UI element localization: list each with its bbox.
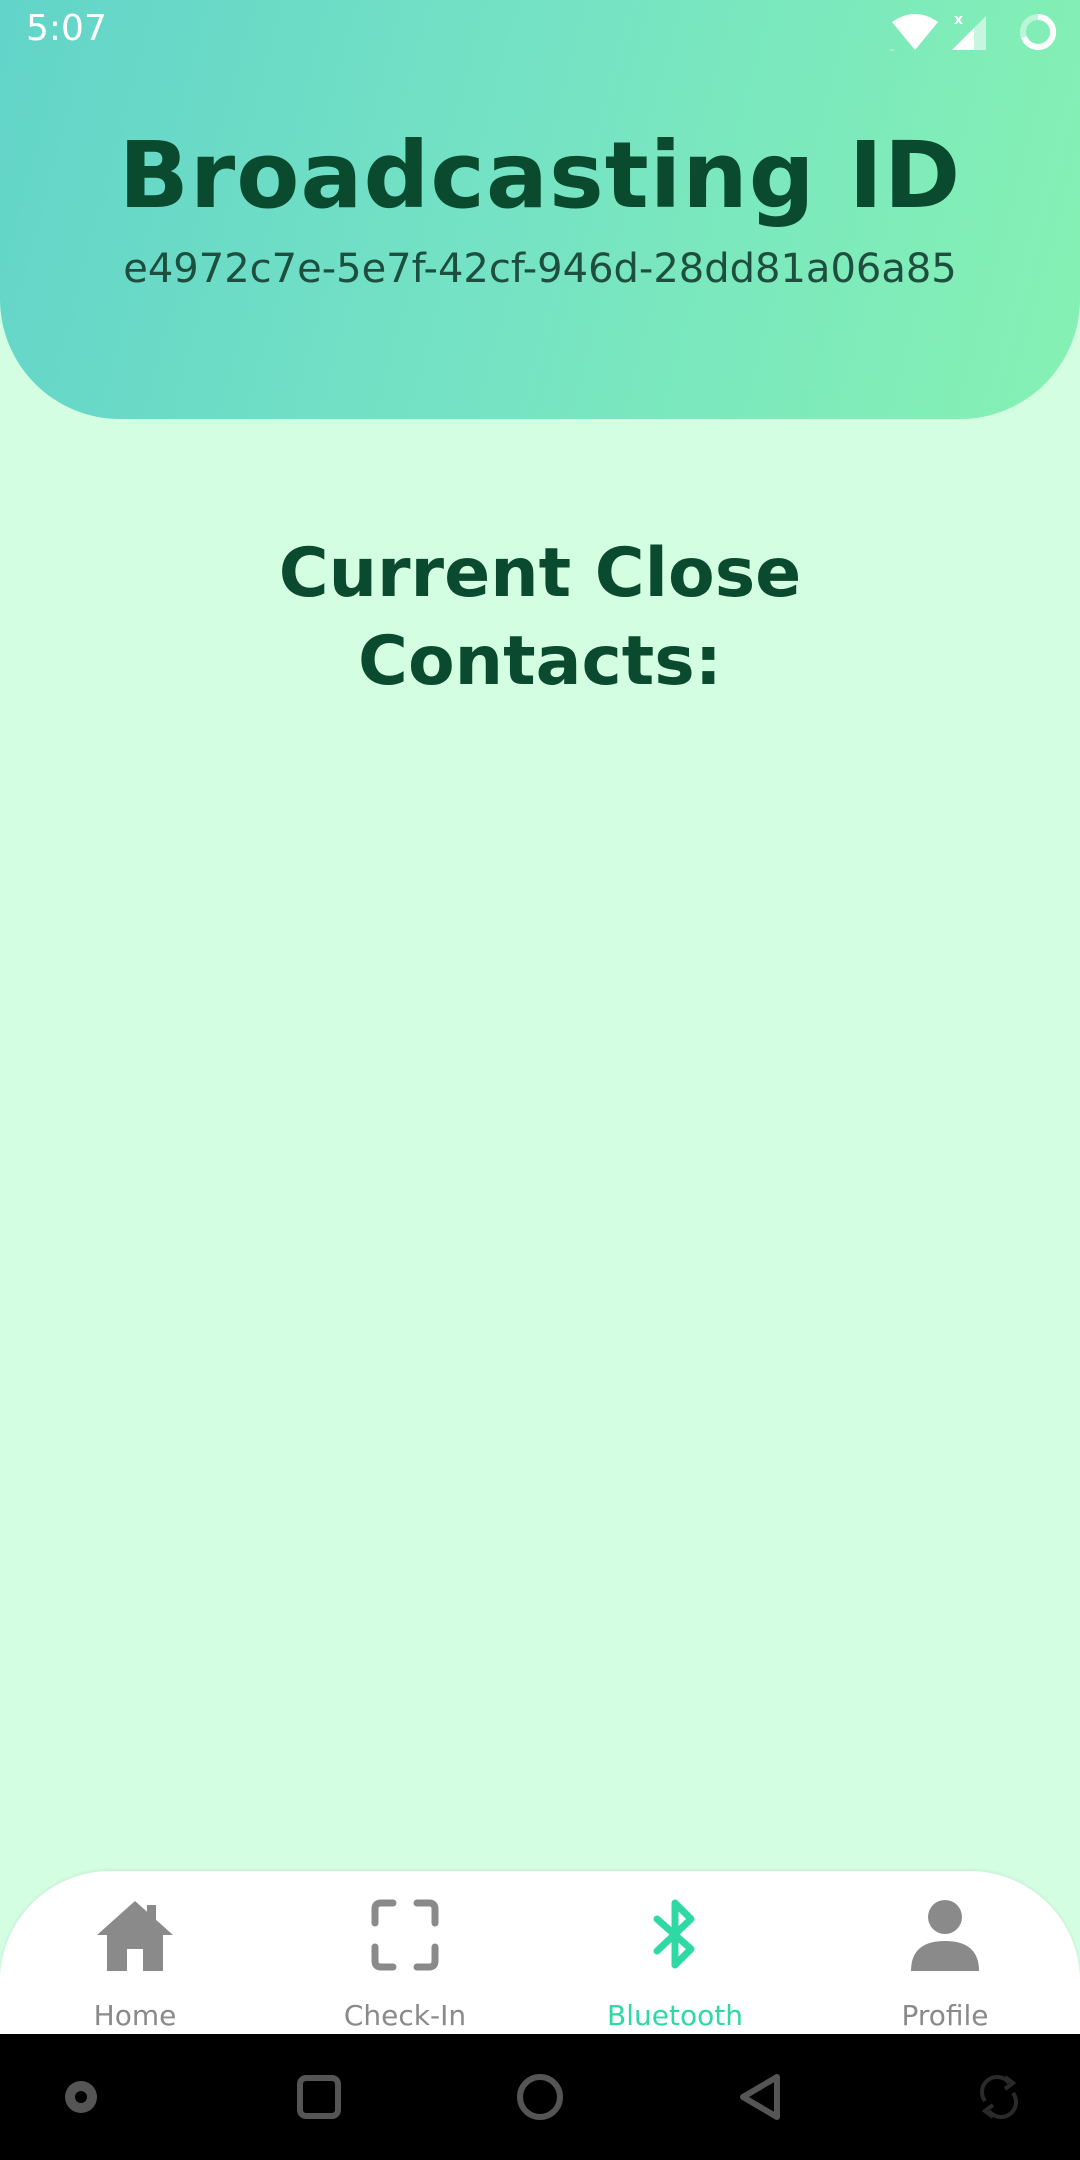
rotate-icon[interactable] xyxy=(969,2067,1029,2127)
nav-item-check-in[interactable]: Check-In xyxy=(270,1871,540,2034)
nav-label-bluetooth: Bluetooth xyxy=(607,1999,743,2032)
svg-text:⁼: ⁼ xyxy=(890,47,894,54)
nav-item-profile[interactable]: Profile xyxy=(810,1871,1080,2034)
status-bar: 5:07 ⁼ x xyxy=(0,0,1080,64)
nav-item-bluetooth[interactable]: Bluetooth xyxy=(540,1871,810,2034)
header-banner: 5:07 ⁼ x Broadcasting ID e4972c7e-5e7f-4… xyxy=(0,0,1080,419)
wifi-icon: ⁼ xyxy=(890,14,938,54)
svg-text:x: x xyxy=(954,12,963,28)
nav-label-home: Home xyxy=(93,1999,177,2032)
close-contacts-list xyxy=(0,720,1080,1820)
person-icon xyxy=(911,1900,979,1971)
system-nav-bar xyxy=(0,2034,1080,2160)
broadcasting-title: Broadcasting ID xyxy=(118,122,962,229)
broadcast-id-value: e4972c7e-5e7f-42cf-946d-28dd81a06a85 xyxy=(123,246,957,292)
battery-icon xyxy=(1020,13,1057,50)
dot-icon[interactable] xyxy=(51,2067,111,2127)
nav-label-profile: Profile xyxy=(901,1999,989,2032)
home-circle-icon[interactable] xyxy=(510,2067,570,2127)
nav-item-home[interactable]: Home xyxy=(0,1871,270,2034)
signal-icon: x xyxy=(952,12,986,50)
bottom-nav: Home Check-In Bluetooth Profile xyxy=(0,1871,1080,2034)
nav-label-check-in: Check-In xyxy=(343,1999,467,2032)
bluetooth-icon xyxy=(653,1899,695,1969)
recents-icon[interactable] xyxy=(289,2067,349,2127)
back-icon[interactable] xyxy=(731,2067,791,2127)
scan-frame-icon xyxy=(371,1899,439,1971)
home-icon xyxy=(97,1901,173,1971)
status-time: 5:07 xyxy=(26,8,107,49)
status-icons: ⁼ x xyxy=(890,12,1057,54)
close-contacts-heading: Current Close Contacts: xyxy=(278,534,802,701)
